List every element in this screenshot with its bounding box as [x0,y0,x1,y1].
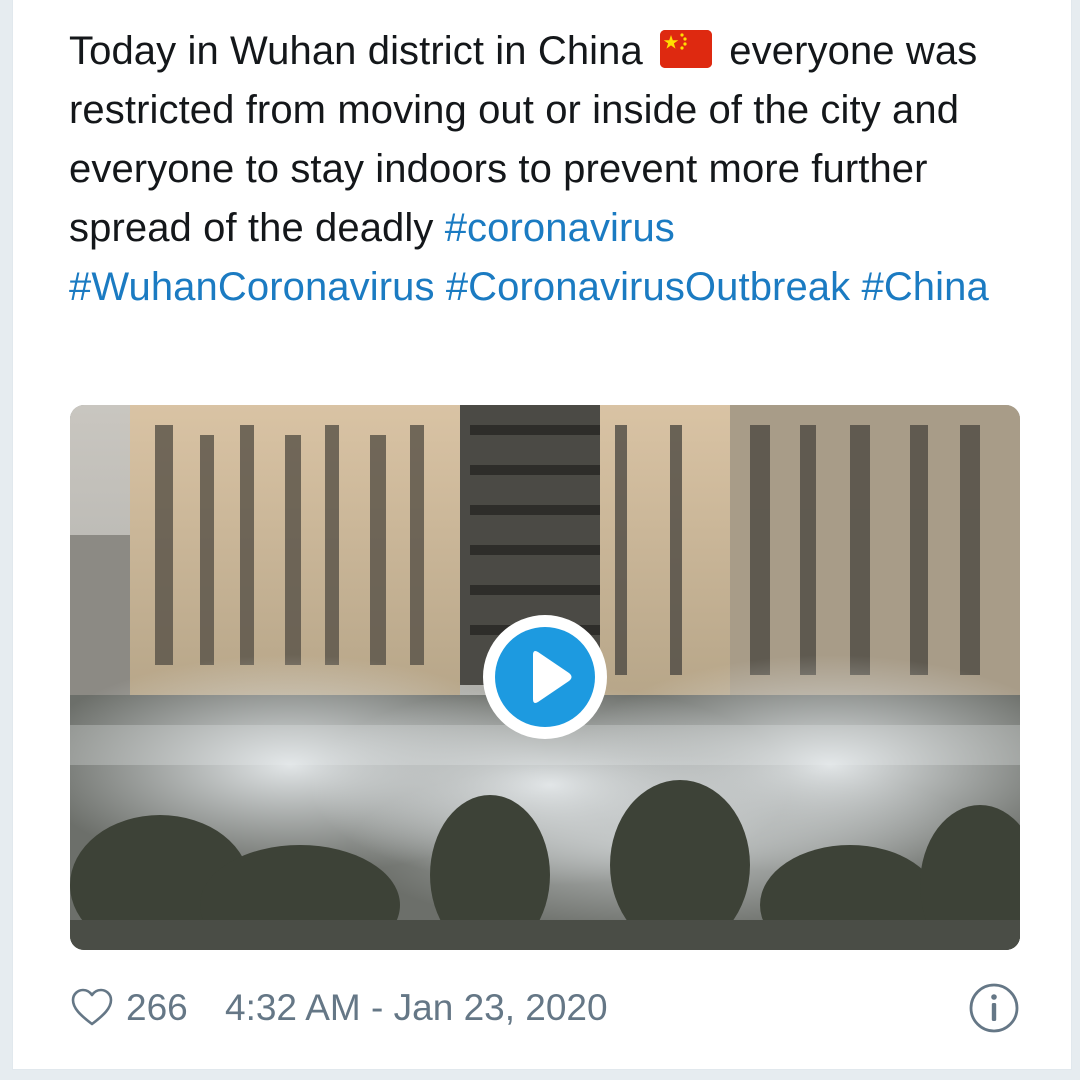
hashtag-link-china[interactable]: #China [861,265,988,309]
video-player[interactable] [70,405,1020,950]
info-circle-icon[interactable] [968,982,1020,1034]
heart-outline-icon[interactable] [70,986,114,1030]
hashtag-link-coronavirus[interactable]: #coronavirus [445,206,675,250]
tweet-timestamp[interactable]: 4:32 AM - Jan 23, 2020 [225,986,608,1030]
tweet-text: Today in Wuhan district in China everyon… [69,22,1009,317]
china-flag-icon [660,30,713,68]
tweet-text-intro: Today in Wuhan district in China [69,29,643,73]
tweet-footer: 266 4:32 AM - Jan 23, 2020 [70,980,1020,1040]
like-count: 266 [126,987,188,1028]
play-button[interactable] [483,615,607,739]
tweet-card: Today in Wuhan district in China everyon… [12,0,1072,1070]
hashtag-link-wuhancoronavirus[interactable]: #WuhanCoronavirus [69,265,435,309]
play-icon [533,651,572,703]
hashtag-link-coronavirusoutbreak[interactable]: #CoronavirusOutbreak [446,265,850,309]
